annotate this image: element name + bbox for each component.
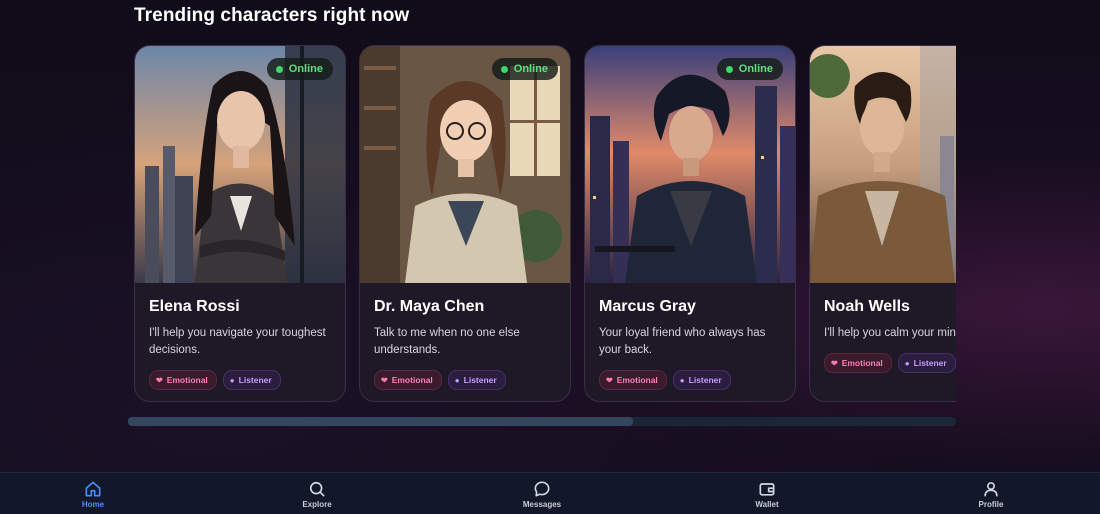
character-name: Marcus Gray (599, 298, 696, 315)
character-card-elena-rossi[interactable]: Online Elena Rossi I'll help you navigat… (134, 45, 346, 402)
online-dot-icon (725, 65, 733, 73)
character-name: Elena Rossi (149, 298, 240, 315)
character-tags: ❤ Emotional ● Listener (149, 370, 281, 390)
character-portrait: Online (135, 46, 345, 283)
tag-listener[interactable]: ● Listener (447, 370, 506, 390)
section-title: Trending characters right now (134, 5, 410, 26)
character-description: I'll help you navigate your toughest dec… (149, 327, 326, 356)
carousel-scrollbar[interactable] (128, 417, 956, 426)
nav-item-profile[interactable]: Profile (951, 479, 1031, 513)
speech-bubble-icon: ● (229, 375, 235, 385)
nav-label: Profile (978, 500, 1004, 509)
character-card-noah-wells[interactable]: Noah Wells I'll help you calm your mind … (809, 45, 956, 402)
user-icon (984, 482, 998, 497)
tag-listener[interactable]: ● Listener (897, 353, 956, 373)
tag-listener[interactable]: ● Listener (672, 370, 731, 390)
scrollbar-thumb[interactable] (128, 417, 633, 426)
character-name: Dr. Maya Chen (374, 298, 485, 315)
tag-emotional[interactable]: ❤ Emotional (824, 353, 892, 373)
nav-label: Messages (522, 500, 562, 509)
character-portrait: Online (585, 46, 795, 283)
online-dot-icon (275, 65, 283, 73)
character-description: Your loyal friend who always has your ba… (599, 327, 766, 356)
heart-icon: ❤ (606, 375, 613, 385)
nav-item-explore[interactable]: Explore (277, 479, 357, 513)
nav-item-home[interactable]: Home (53, 479, 133, 513)
character-portrait: Online (360, 46, 570, 283)
nav-label: Explore (302, 500, 332, 509)
chat-bubble-icon (534, 481, 550, 497)
heart-icon: ❤ (156, 375, 163, 385)
character-tags: ❤ Emotional ● Listener (824, 353, 956, 373)
character-description: Talk to me when no one else understands. (374, 327, 520, 356)
character-card-maya-chen[interactable]: Online Dr. Maya Chen Talk to me when no … (359, 45, 571, 402)
speech-bubble-icon: ● (454, 375, 460, 385)
tag-emotional[interactable]: ❤ Emotional (374, 370, 442, 390)
tag-emotional[interactable]: ❤ Emotional (149, 370, 217, 390)
character-tags: ❤ Emotional ● Listener (599, 370, 731, 390)
online-status-badge: Online (266, 58, 333, 80)
home-icon (85, 481, 101, 497)
character-tags: ❤ Emotional ● Listener (374, 370, 506, 390)
speech-bubble-icon: ● (679, 375, 685, 385)
tag-emotional[interactable]: ❤ Emotional (599, 370, 667, 390)
nav-item-wallet[interactable]: Wallet (727, 479, 807, 513)
nav-item-messages[interactable]: Messages (502, 479, 582, 513)
character-portrait (810, 46, 956, 283)
heart-icon: ❤ (381, 375, 388, 385)
character-description: I'll help you calm your mind (824, 327, 956, 339)
heart-icon: ❤ (831, 358, 838, 368)
online-status-badge: Online (716, 58, 783, 80)
online-status-badge: Online (491, 58, 558, 80)
character-carousel[interactable]: Online Elena Rossi I'll help you navigat… (128, 44, 956, 406)
wallet-icon (759, 483, 775, 496)
nav-label: Wallet (755, 500, 779, 509)
tag-listener[interactable]: ● Listener (222, 370, 281, 390)
nav-label: Home (81, 500, 105, 509)
bottom-navigation: Home Explore Messages Wallet Profile (0, 472, 1100, 514)
online-dot-icon (500, 65, 508, 73)
search-icon (309, 481, 325, 497)
character-card-marcus-gray[interactable]: Online Marcus Gray Your loyal friend who… (584, 45, 796, 402)
speech-bubble-icon: ● (904, 358, 910, 368)
character-name: Noah Wells (824, 298, 910, 315)
